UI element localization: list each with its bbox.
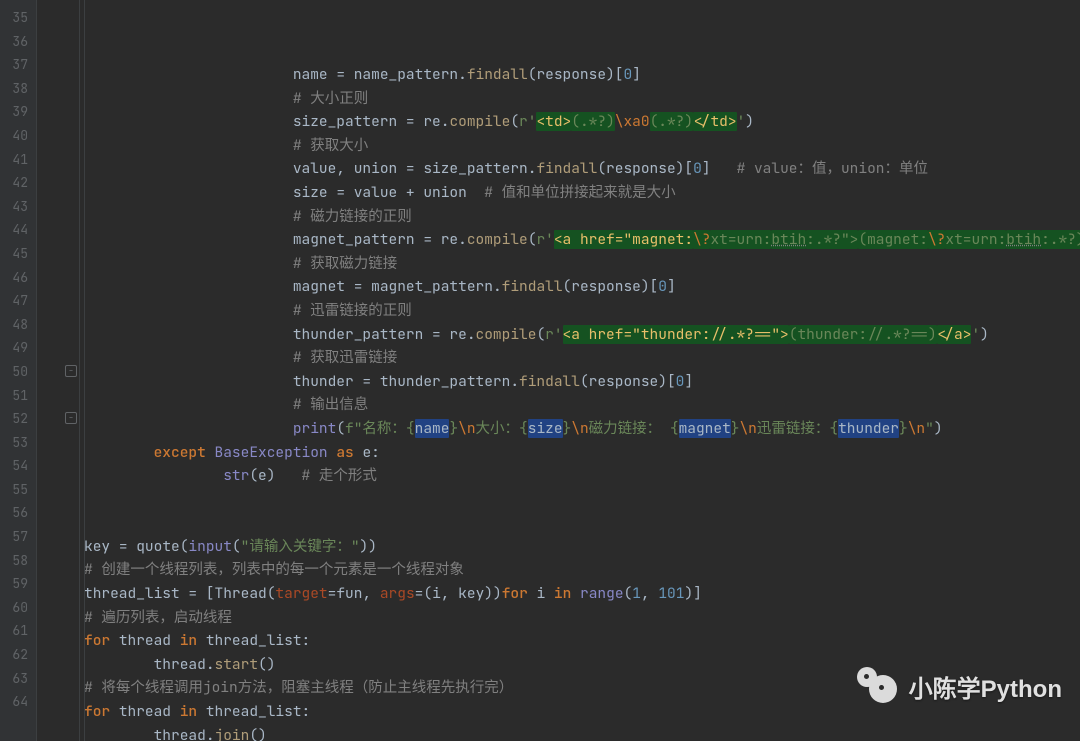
code-line[interactable] bbox=[80, 488, 1080, 512]
line-number: 62 bbox=[0, 643, 36, 667]
line-number: 42 bbox=[0, 171, 36, 195]
line-number: 41 bbox=[0, 148, 36, 172]
code-line[interactable]: print(f"名称：{name}\n大小：{size}\n磁力链接： {mag… bbox=[80, 417, 1080, 441]
line-number: 45 bbox=[0, 242, 36, 266]
line-number: 60 bbox=[0, 596, 36, 620]
code-line[interactable]: # 迅雷链接的正则 bbox=[80, 299, 1080, 323]
code-line[interactable]: # 获取磁力链接 bbox=[80, 252, 1080, 276]
fold-marker[interactable] bbox=[65, 365, 77, 377]
code-area[interactable]: name = name_pattern.findall(response)[0]… bbox=[80, 0, 1080, 741]
code-line[interactable]: except BaseException as e: bbox=[80, 441, 1080, 465]
line-number: 57 bbox=[0, 525, 36, 549]
line-number: 50 bbox=[0, 360, 36, 384]
code-line[interactable]: key = quote(input("请输入关键字：")) bbox=[80, 535, 1080, 559]
code-line[interactable]: # 获取迅雷链接 bbox=[80, 346, 1080, 370]
code-line[interactable]: # 磁力链接的正则 bbox=[80, 205, 1080, 229]
line-number: 54 bbox=[0, 454, 36, 478]
line-number: 53 bbox=[0, 431, 36, 455]
line-number: 37 bbox=[0, 53, 36, 77]
code-line[interactable]: thread_list = [Thread(target=fun, args=(… bbox=[80, 582, 1080, 606]
code-line[interactable]: thunder = thunder_pattern.findall(respon… bbox=[80, 370, 1080, 394]
code-line[interactable]: size = value + union # 值和单位拼接起来就是大小 bbox=[80, 181, 1080, 205]
line-number: 64 bbox=[0, 690, 36, 714]
line-number-gutter: 3536373839404142434445464748495051525354… bbox=[0, 0, 36, 741]
code-line[interactable]: magnet_pattern = re.compile(r'<a href="m… bbox=[80, 228, 1080, 252]
line-number: 61 bbox=[0, 619, 36, 643]
code-line[interactable]: # 创建一个线程列表，列表中的每一个元素是一个线程对象 bbox=[80, 558, 1080, 582]
code-editor[interactable]: 3536373839404142434445464748495051525354… bbox=[0, 0, 1080, 741]
code-line[interactable]: magnet = magnet_pattern.findall(response… bbox=[80, 275, 1080, 299]
code-line[interactable]: for thread in thread_list: bbox=[80, 629, 1080, 653]
line-number: 51 bbox=[0, 384, 36, 408]
line-number: 55 bbox=[0, 478, 36, 502]
line-number: 47 bbox=[0, 289, 36, 313]
code-line[interactable]: thunder_pattern = re.compile(r'<a href="… bbox=[80, 323, 1080, 347]
line-number: 49 bbox=[0, 336, 36, 360]
line-number: 59 bbox=[0, 572, 36, 596]
line-number: 48 bbox=[0, 313, 36, 337]
code-line[interactable] bbox=[80, 511, 1080, 535]
fold-column[interactable] bbox=[36, 0, 80, 741]
code-line[interactable]: thread.join() bbox=[80, 724, 1080, 741]
fold-marker[interactable] bbox=[65, 412, 77, 424]
line-number: 43 bbox=[0, 195, 36, 219]
code-line[interactable]: value, union = size_pattern.findall(resp… bbox=[80, 157, 1080, 181]
code-line[interactable]: str(e) # 走个形式 bbox=[80, 464, 1080, 488]
line-number: 39 bbox=[0, 100, 36, 124]
line-number: 46 bbox=[0, 266, 36, 290]
code-line[interactable]: # 大小正则 bbox=[80, 87, 1080, 111]
line-number: 56 bbox=[0, 501, 36, 525]
line-number: 44 bbox=[0, 218, 36, 242]
code-line[interactable]: # 输出信息 bbox=[80, 393, 1080, 417]
wechat-icon bbox=[857, 667, 901, 705]
line-number: 52 bbox=[0, 407, 36, 431]
code-line[interactable]: name = name_pattern.findall(response)[0] bbox=[80, 63, 1080, 87]
line-number: 35 bbox=[0, 6, 36, 30]
code-line[interactable]: # 获取大小 bbox=[80, 134, 1080, 158]
code-line[interactable]: # 遍历列表，启动线程 bbox=[80, 606, 1080, 630]
line-number: 40 bbox=[0, 124, 36, 148]
line-number: 63 bbox=[0, 667, 36, 691]
line-number: 38 bbox=[0, 77, 36, 101]
line-number: 36 bbox=[0, 30, 36, 54]
line-number: 58 bbox=[0, 549, 36, 573]
code-line[interactable]: size_pattern = re.compile(r'<td>(.*?)\xa… bbox=[80, 110, 1080, 134]
watermark-text: 小陈学Python bbox=[909, 669, 1062, 704]
watermark: 小陈学Python bbox=[857, 667, 1062, 705]
